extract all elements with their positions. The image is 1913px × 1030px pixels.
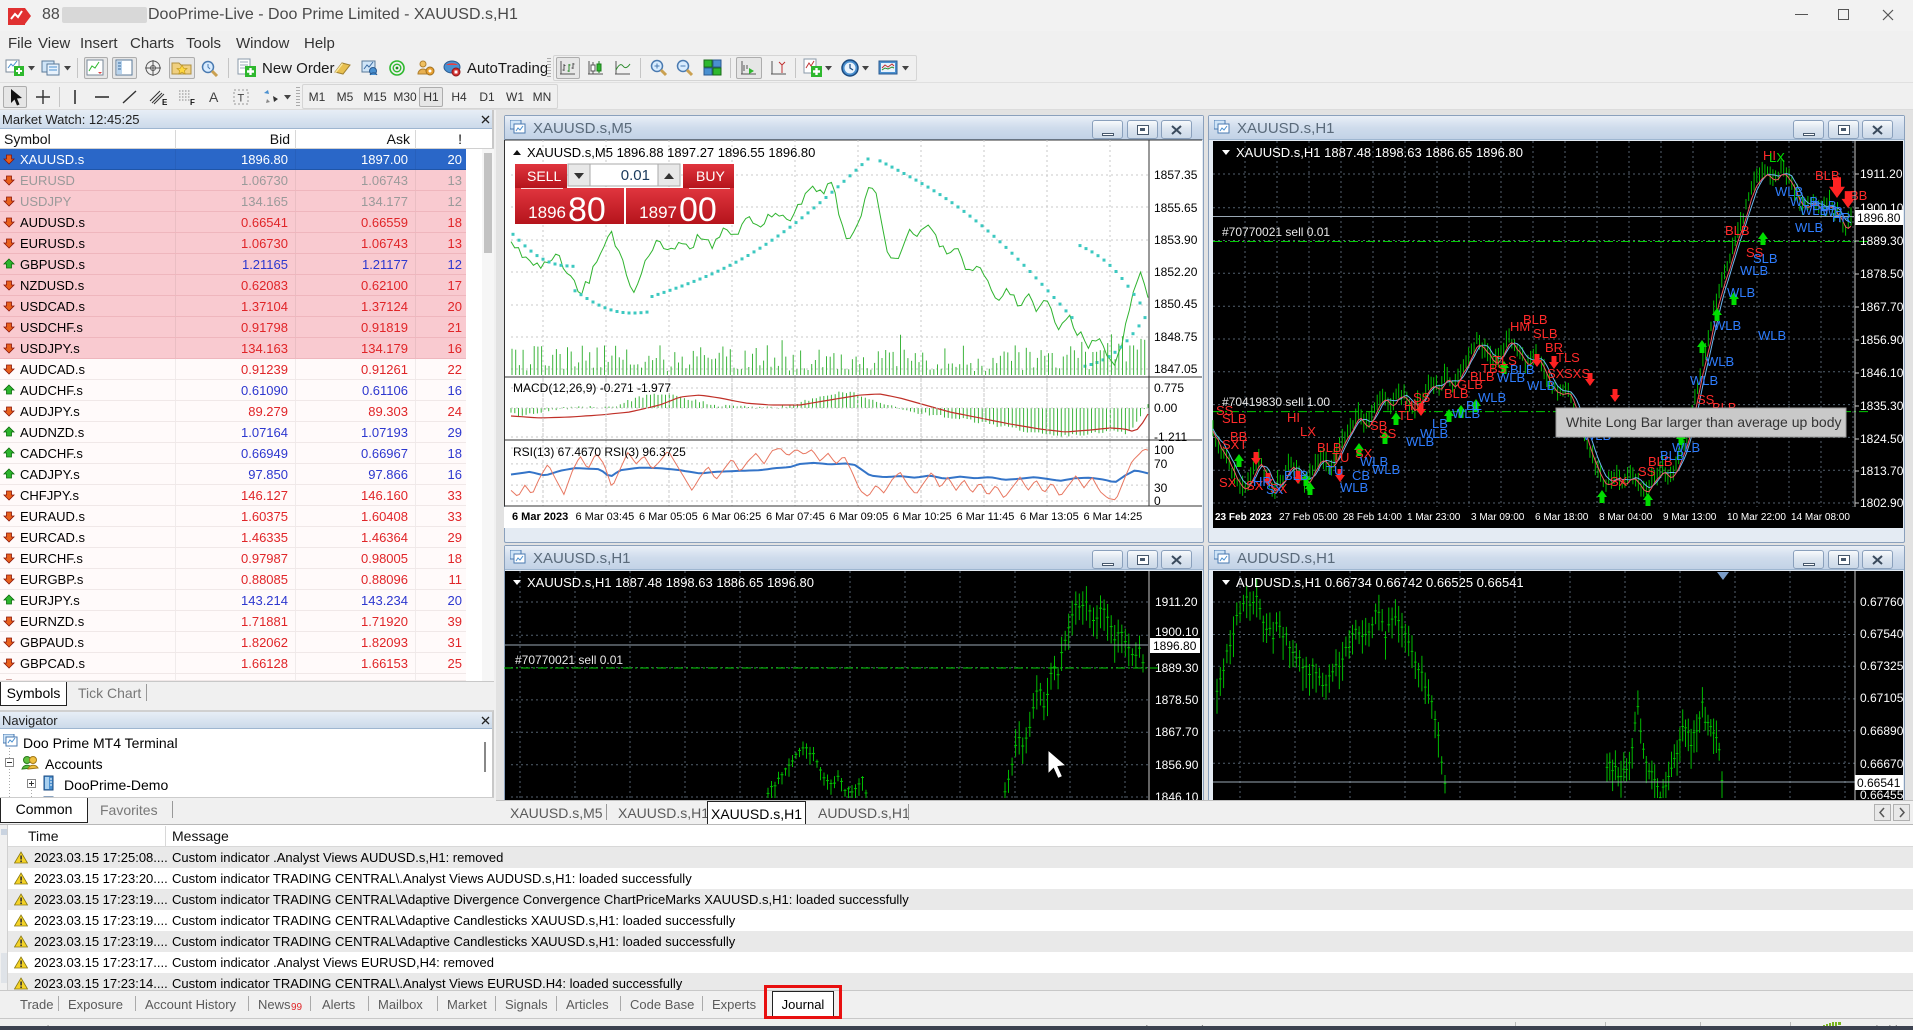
- svg-text:E: E: [162, 98, 168, 106]
- svg-text:T: T: [238, 93, 245, 105]
- svg-text:A: A: [209, 89, 219, 105]
- svg-text:F: F: [190, 98, 195, 106]
